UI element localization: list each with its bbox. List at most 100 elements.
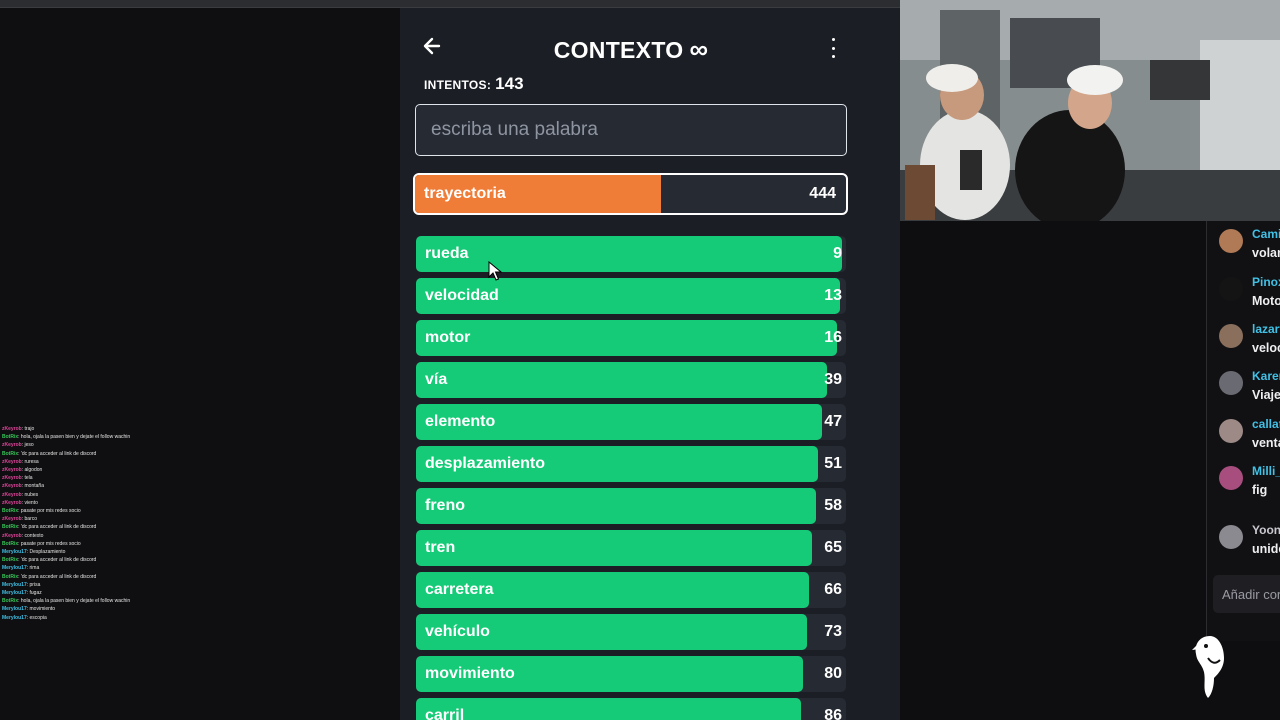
guess-row: velocidad 13: [416, 278, 846, 314]
side-chat-text: venta: [1252, 436, 1280, 450]
chat-username: zKeyrob: [2, 499, 22, 506]
chat-line: Merylou17: movimiento: [2, 605, 232, 613]
side-chat-text: fig: [1252, 483, 1268, 497]
guess-word: desplazamiento: [425, 455, 546, 472]
guess-row: rueda 9: [416, 236, 846, 272]
chat-message: : barco: [21, 516, 38, 523]
side-chat-text: volan: [1252, 246, 1280, 260]
side-chat-username[interactable]: Milli_l: [1252, 464, 1280, 478]
side-chat-username[interactable]: lazart: [1252, 322, 1280, 336]
chat-line: zKeyrob: contexto: [2, 532, 232, 540]
chat-username: zKeyrob: [2, 516, 22, 523]
chat-message: : prisa: [26, 581, 41, 588]
chat-username: BotRix: [2, 540, 19, 547]
side-chat-username[interactable]: callat: [1252, 417, 1280, 431]
chat-message: : 'dc para acceder al link de discord: [18, 524, 97, 531]
mouse-cursor-icon: [488, 261, 502, 281]
current-guess-rank: 444: [809, 185, 836, 202]
guess-row: carretera 66: [416, 572, 846, 608]
avatar[interactable]: [1219, 371, 1243, 395]
guess-rank: 9: [833, 245, 842, 262]
chat-username: BotRix: [2, 508, 19, 515]
side-chat-username[interactable]: Karen: [1252, 369, 1280, 383]
more-options-icon[interactable]: [830, 38, 836, 58]
chat-username: zKeyrob: [2, 532, 22, 539]
attempts-value: 143: [495, 74, 524, 93]
side-chat-input[interactable]: Añadir cor: [1213, 575, 1280, 613]
chat-message: : ruresa: [21, 458, 39, 465]
guess-word: carretera: [425, 581, 494, 598]
chat-username: Merylou17: [2, 549, 27, 556]
guess-rank: 86: [824, 707, 842, 720]
browser-top-strip: [0, 0, 900, 8]
guess-progress-bar: [416, 530, 812, 566]
guess-rank: 13: [824, 287, 842, 304]
current-guess-row: trayectoria 444: [413, 173, 848, 215]
side-chat-username[interactable]: Cami: [1252, 227, 1280, 241]
chat-line: BotRix: hola, ojala la pasen bien y deja…: [2, 597, 232, 605]
guess-row: elemento 47: [416, 404, 846, 440]
chat-line: zKeyrob: barco: [2, 515, 232, 523]
chat-message: : algodon: [21, 467, 43, 474]
guess-word: tren: [425, 539, 456, 556]
avatar[interactable]: [1219, 324, 1243, 348]
chat-line: Merylou17: rima: [2, 564, 232, 572]
chat-username: zKeyrob: [2, 426, 22, 432]
chat-message: : movimiento: [26, 606, 56, 613]
guess-row: tren 65: [416, 530, 846, 566]
guess-word: elemento: [425, 413, 496, 430]
chat-username: zKeyrob: [2, 483, 22, 490]
chat-message: : escopia: [26, 614, 47, 621]
webcam-image: [900, 0, 1280, 221]
chat-line: zKeyrob: montaña: [2, 482, 232, 490]
guess-word: vía: [425, 371, 448, 388]
avatar[interactable]: [1219, 466, 1243, 490]
chat-line: zKeyrob: viento: [2, 499, 232, 507]
avatar[interactable]: [1219, 229, 1243, 253]
chat-username: zKeyrob: [2, 458, 22, 465]
guess-word: motor: [425, 329, 471, 346]
chat-message: : 'dc para acceder al link de discord: [18, 573, 97, 580]
guess-row: carril 86: [416, 698, 846, 720]
chat-message: : pasate por mis redes socio: [18, 508, 81, 515]
chat-line: BotRix: 'dc para acceder al link de disc…: [2, 523, 232, 531]
chat-message: : hola, ojala la pasen bien y dejate el …: [18, 598, 131, 605]
guess-rank: 65: [824, 539, 842, 556]
chat-message: : trajo: [21, 426, 35, 432]
side-chat-username[interactable]: Pinox: [1252, 275, 1280, 289]
guess-row: movimiento 80: [416, 656, 846, 692]
attempts-label: INTENTOS:: [424, 78, 492, 92]
chat-line: Merylou17: prisa: [2, 581, 232, 589]
chat-message: : fugaz: [26, 590, 42, 597]
avatar[interactable]: [1219, 525, 1243, 549]
guess-word: rueda: [425, 245, 469, 262]
avatar[interactable]: [1219, 419, 1243, 443]
guess-row: vehículo 73: [416, 614, 846, 650]
chat-line: Merylou17: escopia: [2, 614, 232, 622]
chat-message: : jeso: [21, 442, 34, 449]
chat-message: : Desplazamiento: [26, 549, 66, 556]
chat-line: zKeyrob: algodon: [2, 466, 232, 474]
guess-row: freno 58: [416, 488, 846, 524]
chat-message: : 'dc para acceder al link de discord: [18, 450, 97, 457]
avatar[interactable]: [1219, 277, 1243, 301]
guess-word: carril: [425, 707, 465, 720]
chat-line: zKeyrob: jeso: [2, 441, 232, 449]
attempts-counter: INTENTOS: 143: [424, 74, 524, 94]
chat-line: Merylou17: Desplazamiento: [2, 548, 232, 556]
chat-username: Merylou17: [2, 565, 27, 572]
chat-message: : hola, ojala la pasen bien y dejate el …: [18, 434, 131, 441]
chat-line: BotRix: pasate por mis redes socio: [2, 540, 232, 548]
chat-message: : montaña: [21, 483, 44, 490]
chat-line: zKeyrob: ruresa: [2, 458, 232, 466]
page-title: CONTEXTO ∞: [416, 34, 846, 65]
chat-username: Merylou17: [2, 581, 27, 588]
side-chat-username[interactable]: Yoon: [1252, 523, 1280, 537]
guess-word: vehículo: [425, 623, 490, 640]
chat-line: zKeyrob: trajo: [2, 425, 232, 433]
chat-message: : rima: [26, 565, 40, 572]
chat-line: zKeyrob: tela: [2, 474, 232, 482]
chat-message: : 'dc para acceder al link de discord: [18, 557, 97, 564]
word-input[interactable]: [415, 104, 847, 156]
webcam-feed: [900, 0, 1280, 221]
